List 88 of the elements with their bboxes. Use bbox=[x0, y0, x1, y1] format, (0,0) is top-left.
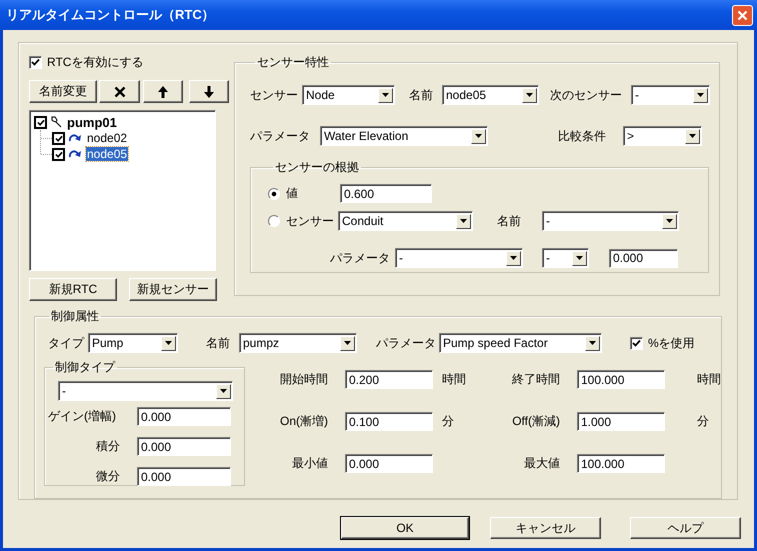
new-button[interactable]: 新規センサー bbox=[129, 278, 217, 301]
unit-label: 時間 bbox=[442, 371, 467, 388]
field-label: On(漸増) bbox=[279, 413, 329, 430]
rename-button[interactable]: 名前変更 bbox=[29, 80, 97, 103]
checkmark-icon bbox=[54, 150, 62, 158]
move-up-button[interactable] bbox=[143, 80, 183, 103]
radio-label: 値 bbox=[286, 185, 298, 202]
dropdown[interactable]: Water Elevation bbox=[320, 126, 488, 146]
input-field[interactable]: 0.600 bbox=[340, 184, 432, 203]
radio-button[interactable] bbox=[268, 215, 280, 227]
delete-icon bbox=[114, 86, 126, 98]
delete-button[interactable] bbox=[99, 80, 140, 103]
field-label: パラメータ bbox=[250, 128, 311, 144]
new-button[interactable]: 新規RTC bbox=[29, 278, 117, 301]
dropdown[interactable]: Pump bbox=[88, 333, 178, 353]
checkbox[interactable] bbox=[52, 148, 65, 160]
checkbox-label: %を使用 bbox=[648, 334, 695, 352]
close-icon bbox=[737, 10, 748, 20]
field-label: 終了時間 bbox=[511, 371, 561, 388]
input-field[interactable]: 1.000 bbox=[577, 412, 665, 431]
window-title: リアルタイムコントロール（RTC） bbox=[6, 6, 216, 24]
field-label: 名前 bbox=[206, 334, 231, 352]
unit-label: 分 bbox=[442, 413, 455, 430]
field-label: ゲイン(増幅) bbox=[48, 408, 117, 425]
dropdown[interactable]: - bbox=[542, 248, 589, 268]
checkmark-icon bbox=[36, 118, 44, 126]
dropdown[interactable]: node05 bbox=[442, 85, 539, 105]
input-field[interactable]: 0.000 bbox=[137, 467, 231, 486]
group-title: 制御属性 bbox=[50, 308, 100, 325]
checkbox[interactable] bbox=[52, 132, 65, 144]
field-label: センサー bbox=[250, 86, 299, 104]
dialog-button[interactable]: ヘルプ bbox=[630, 517, 741, 539]
curved-arrow-icon bbox=[68, 149, 82, 159]
checkbox-label: RTCを有効にする bbox=[47, 54, 144, 70]
field-label: 積分 bbox=[95, 438, 121, 455]
up-arrow-icon bbox=[158, 86, 168, 98]
input-field[interactable]: 0.200 bbox=[345, 370, 433, 389]
dropdown[interactable]: > bbox=[623, 126, 702, 146]
close-button[interactable] bbox=[732, 4, 753, 26]
radio-label: センサー bbox=[286, 212, 334, 230]
input-field[interactable]: 0.100 bbox=[345, 412, 433, 431]
dropdown[interactable]: - bbox=[631, 85, 710, 105]
dropdown[interactable]: - bbox=[58, 381, 233, 401]
input-field[interactable]: 0.000 bbox=[345, 454, 433, 473]
down-arrow-icon bbox=[204, 86, 214, 98]
tree-item[interactable]: node05 bbox=[86, 147, 128, 161]
field-label: Off(漸減) bbox=[511, 413, 561, 430]
input-field[interactable]: 0.000 bbox=[137, 407, 231, 426]
field-label: 最大値 bbox=[523, 455, 561, 472]
tree-item[interactable]: node02 bbox=[86, 131, 128, 145]
field-label: 開始時間 bbox=[279, 371, 329, 388]
input-field[interactable]: 0.000 bbox=[137, 437, 231, 456]
radio-button[interactable] bbox=[268, 188, 280, 200]
input-field[interactable]: 100.000 bbox=[577, 454, 665, 473]
curved-arrow-icon bbox=[68, 133, 82, 143]
checkbox[interactable] bbox=[34, 116, 47, 128]
dropdown[interactable]: - bbox=[395, 248, 523, 268]
tree-item[interactable]: pump01 bbox=[66, 114, 118, 130]
dialog-button[interactable]: キャンセル bbox=[490, 517, 601, 539]
checkmark-icon bbox=[632, 339, 641, 347]
dropdown[interactable]: Node bbox=[302, 85, 395, 105]
field-label: 名前 bbox=[409, 86, 434, 104]
field-label: 名前 bbox=[497, 212, 522, 230]
unit-label: 分 bbox=[697, 413, 710, 430]
field-label: 比較条件 bbox=[558, 128, 607, 144]
field-label: 次のセンサー bbox=[550, 86, 623, 104]
field-label: パラメータ bbox=[330, 250, 391, 266]
field-label: 微分 bbox=[95, 468, 121, 485]
group-title: センサー特性 bbox=[256, 54, 330, 71]
dropdown[interactable]: Pump speed Factor bbox=[439, 333, 602, 353]
dropdown[interactable]: - bbox=[542, 211, 679, 231]
dropdown[interactable]: Conduit bbox=[338, 211, 473, 231]
checkbox[interactable] bbox=[630, 336, 643, 350]
checkmark-icon bbox=[31, 58, 40, 66]
checkmark-icon bbox=[54, 134, 62, 142]
move-down-button[interactable] bbox=[189, 80, 229, 103]
dropdown[interactable]: pumpz bbox=[239, 333, 357, 353]
dialog-button[interactable]: OK bbox=[341, 517, 469, 539]
field-label: パラメータ bbox=[376, 334, 437, 352]
group-title: 制御タイプ bbox=[54, 359, 116, 376]
field-label: タイプ bbox=[48, 334, 86, 352]
input-field[interactable]: 100.000 bbox=[577, 370, 665, 389]
group-title: センサーの根拠 bbox=[274, 159, 360, 176]
pin-icon bbox=[50, 116, 62, 128]
unit-label: 時間 bbox=[697, 371, 722, 388]
input-field[interactable]: 0.000 bbox=[609, 248, 678, 268]
checkbox[interactable] bbox=[29, 56, 42, 68]
field-label: 最小値 bbox=[291, 455, 329, 472]
